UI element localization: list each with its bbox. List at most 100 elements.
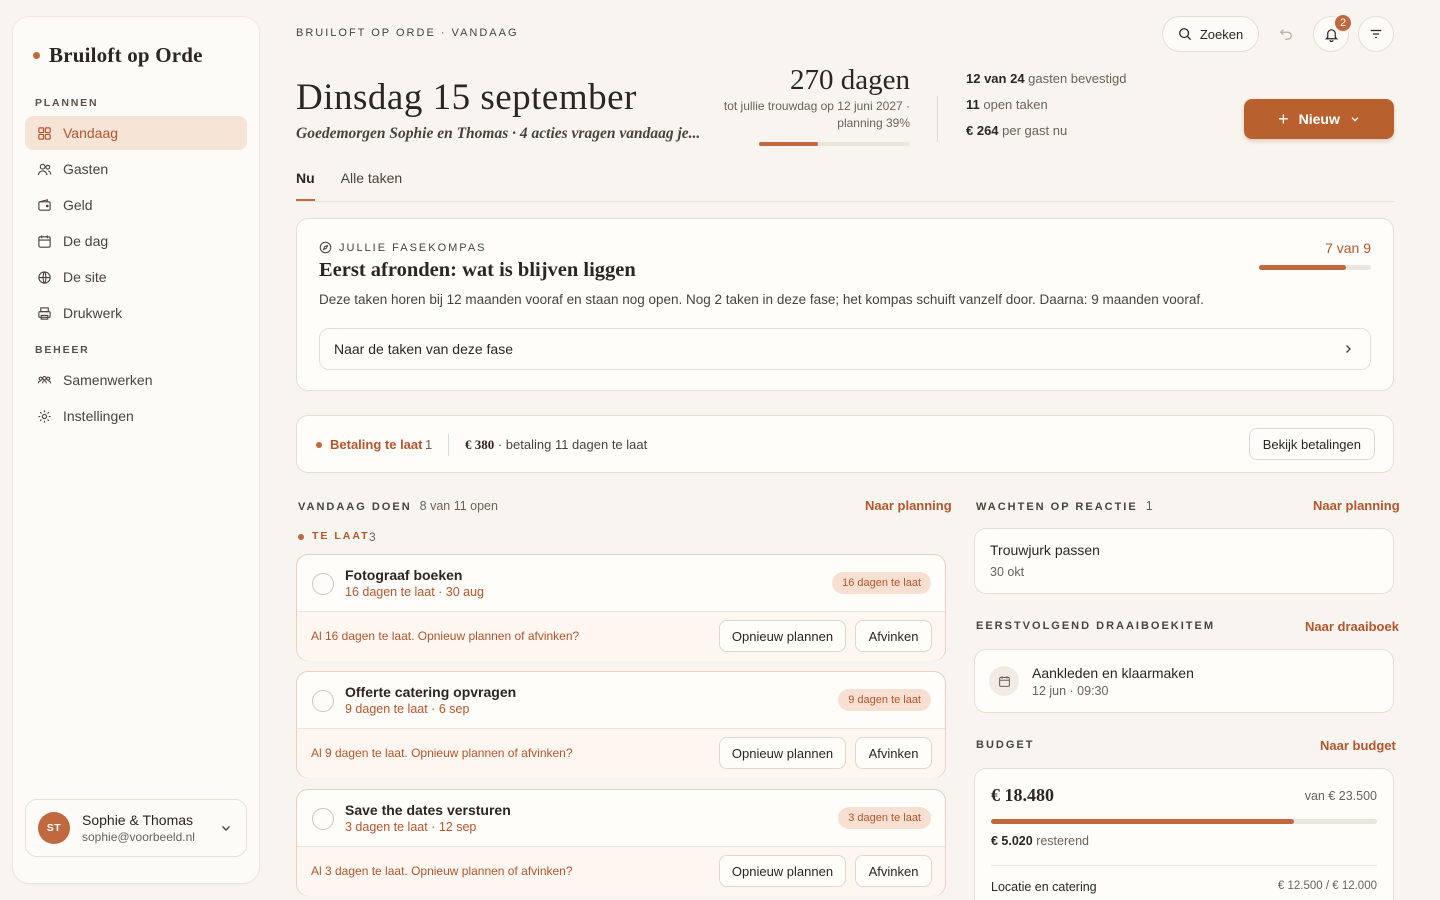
waiting-item[interactable]: Trouwjurk passen 30 okt — [974, 528, 1394, 594]
alert-dot — [316, 442, 322, 448]
sidebar-item-instellingen[interactable]: Instellingen — [25, 399, 247, 433]
budget-card: € 18.480 van € 23.500 € 5.020 resterend … — [974, 768, 1394, 900]
task-footer: Al 9 dagen te laat. Opnieuw plannen of a… — [297, 728, 945, 778]
phase-progress-fill — [1259, 265, 1347, 270]
search-icon — [1178, 28, 1191, 41]
reschedule-button[interactable]: Opnieuw plannen — [719, 855, 846, 887]
calendar-icon — [38, 234, 51, 248]
user-email: sophie@voorbeeld.nl — [82, 830, 195, 844]
task-footer: Al 3 dagen te laat. Opnieuw plannen of a… — [297, 846, 945, 896]
filter-icon — [1370, 29, 1382, 39]
payment-alert: Betaling te laat 1 € 380 · betaling 11 d… — [296, 415, 1394, 473]
stats: 12 van 24 gasten bevestigd 11 open taken… — [966, 71, 1126, 149]
sidebar-item-vandaag[interactable]: Vandaag — [25, 116, 247, 150]
task-footer: Al 16 dagen te laat. Opnieuw plannen of … — [297, 611, 945, 661]
sidebar-item-samenwerken[interactable]: Samenwerken — [25, 363, 247, 397]
sidebar-item-label: De site — [63, 269, 107, 285]
globe-icon — [38, 270, 51, 284]
phase-compass-count: 7 van 9 — [1325, 240, 1371, 256]
tab-divider — [296, 201, 1394, 202]
runsheet-link[interactable]: Naar draaiboek — [1305, 619, 1399, 634]
phase-tasks-link[interactable]: Naar de taken van deze fase — [319, 328, 1371, 370]
late-count: 3 — [369, 530, 376, 544]
view-payments-button[interactable]: Bekijk betalingen — [1248, 428, 1375, 460]
new-button[interactable]: + Nieuw — [1244, 99, 1394, 139]
divider — [937, 96, 938, 142]
undo-button[interactable] — [1270, 16, 1302, 52]
grid-icon — [38, 126, 51, 140]
sidebar-item-geld[interactable]: Geld — [25, 188, 247, 222]
user-menu[interactable]: ST Sophie & Thomas sophie@voorbeeld.nl — [25, 799, 247, 857]
complete-button[interactable]: Afvinken — [855, 855, 932, 887]
sidebar-item-de-dag[interactable]: De dag — [25, 224, 247, 258]
reschedule-button[interactable]: Opnieuw plannen — [719, 737, 846, 769]
task-checkbox[interactable] — [312, 573, 334, 595]
sidebar-item-label: Geld — [63, 197, 93, 213]
sidebar-item-label: Gasten — [63, 161, 109, 177]
tab-alle-taken[interactable]: Alle taken — [341, 170, 402, 201]
budget-row-label: Locatie en catering — [991, 880, 1097, 894]
plus-icon: + — [1278, 108, 1289, 129]
runsheet-section-title: EERSTVOLGEND DRAAIBOEKITEM — [976, 620, 1216, 632]
task-title: Save the dates versturen — [345, 802, 511, 818]
tab-bar: Nu Alle taken — [296, 170, 402, 201]
users-icon — [37, 163, 52, 175]
payment-alert-count: 1 — [425, 437, 433, 452]
budget-section-title: BUDGET — [976, 739, 1035, 751]
sidebar-item-drukwerk[interactable]: Drukwerk — [25, 296, 247, 330]
waiting-planning-link[interactable]: Naar planning — [1313, 498, 1400, 513]
sidebar: Bruiloft op Orde PLANNEN Vandaag Gasten … — [13, 17, 259, 883]
filter-button[interactable] — [1358, 16, 1394, 52]
countdown: 270 dagen tot jullie trouwdag op 12 juni… — [700, 64, 910, 131]
budget-remaining: € 5.020 resterend — [991, 834, 1089, 848]
task-meta: 9 dagen te laat · 6 sep — [345, 702, 470, 716]
search-button[interactable]: Zoeken — [1162, 16, 1259, 52]
late-badge: 9 dagen te laat — [838, 689, 931, 711]
calendar-icon — [989, 666, 1019, 696]
sidebar-item-de-site[interactable]: De site — [25, 260, 247, 294]
budget-total: van € 23.500 — [1304, 789, 1377, 803]
wallet-icon — [38, 198, 51, 211]
budget-link[interactable]: Naar budget — [1320, 738, 1396, 753]
budget-row-value: € 12.500 / € 12.000 — [1277, 880, 1377, 892]
phase-compass-text: Deze taken horen bij 12 maanden vooraf e… — [319, 292, 1204, 307]
countdown-line2: planning 39% — [837, 116, 910, 130]
user-name: Sophie & Thomas — [82, 812, 194, 828]
task-checkbox[interactable] — [312, 690, 334, 712]
payment-alert-text: € 380 · betaling 11 dagen te laat — [465, 437, 648, 452]
planning-progress-fill — [759, 142, 818, 146]
today-planning-link[interactable]: Naar planning — [865, 498, 952, 513]
waiting-section-title: WACHTEN OP REACTIE 1 — [976, 499, 1153, 513]
phase-compass-title: Eerst afronden: wat is blijven liggen — [319, 259, 636, 281]
sidebar-item-gasten[interactable]: Gasten — [25, 152, 247, 186]
brand[interactable]: Bruiloft op Orde — [33, 43, 203, 68]
phase-compass-card: JULLIE FASEKOMPAS Eerst afronden: wat is… — [296, 218, 1394, 391]
complete-button[interactable]: Afvinken — [855, 737, 932, 769]
chevron-right-icon — [1346, 345, 1351, 353]
complete-button[interactable]: Afvinken — [855, 620, 932, 652]
task-card: Offerte catering opvragen 9 dagen te laa… — [296, 671, 946, 778]
task-checkbox[interactable] — [312, 808, 334, 830]
task-card: Fotograaf boeken 16 dagen te laat · 30 a… — [296, 554, 946, 661]
countdown-line1: tot jullie trouwdag op 12 juni 2027 · — [723, 99, 910, 113]
undo-icon — [1279, 29, 1292, 40]
late-dot — [298, 534, 304, 540]
task-message: Al 16 dagen te laat. Opnieuw plannen of … — [311, 629, 580, 643]
compass-icon — [319, 241, 332, 254]
notification-badge: 2 — [1333, 13, 1353, 33]
runsheet-item[interactable]: Aankleden en klaarmaken 12 jun · 09:30 — [974, 649, 1394, 713]
sidebar-item-label: Instellingen — [63, 408, 134, 424]
tab-nu[interactable]: Nu — [296, 170, 315, 201]
late-label: TE LAAT — [312, 530, 370, 542]
task-meta: 16 dagen te laat · 30 aug — [345, 585, 485, 599]
task-meta: 3 dagen te laat · 12 sep — [345, 820, 477, 834]
divider — [991, 865, 1377, 866]
new-label: Nieuw — [1298, 111, 1340, 127]
task-title: Fotograaf boeken — [345, 567, 463, 583]
phase-tasks-link-label: Naar de taken van deze fase — [334, 341, 514, 357]
brand-dot — [33, 52, 40, 59]
sidebar-item-label: De dag — [63, 233, 109, 249]
team-icon — [37, 375, 52, 383]
reschedule-button[interactable]: Opnieuw plannen — [719, 620, 846, 652]
stat-guests: 12 van 24 gasten bevestigd — [966, 71, 1127, 86]
